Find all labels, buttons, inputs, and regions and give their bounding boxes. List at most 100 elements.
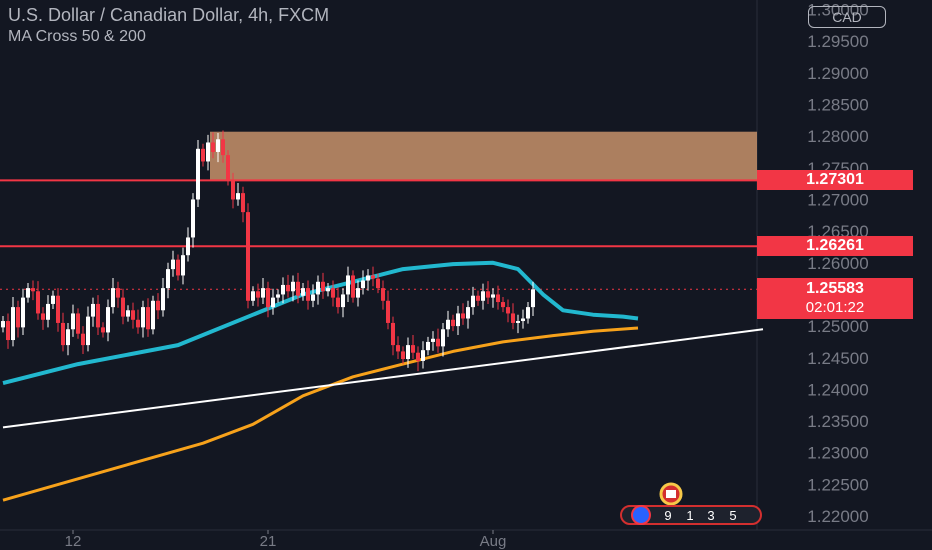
chart-background (0, 0, 932, 550)
candle-body (96, 303, 100, 328)
candle-body (441, 329, 445, 347)
price-tick-label: 1.29500 (807, 32, 868, 51)
candle-body (341, 294, 345, 308)
candle-body (351, 275, 355, 298)
candle-body (76, 313, 80, 334)
candle-body (371, 275, 375, 279)
candle-body (251, 291, 255, 301)
candle-body (461, 313, 465, 319)
candle-body (71, 313, 75, 330)
candle-body (426, 341, 430, 351)
candle-body (126, 310, 130, 317)
candle-body (311, 294, 315, 301)
candle-body (471, 295, 475, 308)
candle-body (196, 148, 200, 200)
candle-body (301, 288, 305, 296)
candle-body (206, 142, 210, 162)
candle-body (446, 319, 450, 330)
price-tick-label: 1.24500 (807, 349, 868, 368)
price-chart[interactable]: 1.22000 1.22500 1.23000 1.23500 1.24000 1.245… (0, 0, 932, 550)
level-tag-1-label: 1.27301 (806, 171, 864, 189)
event-badge-digit: 5 (729, 508, 736, 523)
candle-body (256, 291, 260, 298)
candle-body (151, 300, 155, 330)
candle-body (121, 297, 125, 317)
candle-body (376, 278, 380, 289)
candle-body (66, 329, 70, 346)
candle-body (51, 295, 55, 304)
level-tag-2: 1.26261 (757, 236, 913, 257)
maple-leaf-icon (666, 490, 676, 498)
candle-body (191, 199, 195, 238)
candle-body (281, 284, 285, 295)
candle-body (451, 319, 455, 327)
price-tick-label: 1.23500 (807, 412, 868, 431)
time-tick-label: Aug (480, 533, 507, 550)
candle-body (221, 139, 225, 156)
candle-body (61, 322, 65, 346)
price-tick-label: 1.24000 (807, 380, 868, 399)
countdown-label: 02:01:22 (805, 299, 865, 317)
price-tick-label: 1.28000 (807, 127, 868, 146)
candle-body (396, 345, 400, 352)
supply-zone (210, 131, 757, 181)
price-tick-label: 1.22500 (807, 475, 868, 494)
candle-body (111, 288, 115, 308)
price-tick-label: 1.27000 (807, 190, 868, 209)
candle-body (531, 289, 535, 308)
candle-body (496, 294, 500, 303)
candle-body (386, 300, 390, 323)
candle-body (401, 351, 405, 360)
candle-body (131, 310, 135, 320)
candle-body (211, 142, 215, 152)
candle-body (336, 297, 340, 308)
candle-body (1, 321, 5, 328)
event-badge-digit: 9 (664, 508, 671, 523)
candle-body (176, 259, 180, 276)
candle-body (476, 295, 480, 301)
candle-body (116, 288, 120, 298)
candle-body (106, 307, 110, 333)
candle-body (226, 155, 230, 181)
candle-body (491, 294, 495, 298)
candle-body (516, 321, 520, 323)
candle-body (526, 307, 530, 319)
candle-body (6, 321, 10, 341)
candle-body (141, 307, 145, 328)
candle-body (326, 288, 330, 292)
us-flag-icon (631, 505, 651, 525)
candle-body (506, 307, 510, 314)
candle-body (156, 300, 160, 311)
candle-body (411, 345, 415, 353)
candle-body (306, 288, 310, 301)
indicator-label: MA Cross 50 & 200 (8, 28, 146, 45)
candle-body (81, 333, 85, 346)
candle-body (146, 307, 150, 330)
price-tick-label: 1.26000 (807, 254, 868, 273)
candle-body (391, 322, 395, 346)
candle-body (16, 307, 20, 328)
candle-body (201, 148, 205, 162)
candle-body (436, 338, 440, 347)
currency-button[interactable]: CAD (808, 6, 886, 28)
candle-body (56, 295, 60, 323)
candle-body (416, 352, 420, 361)
symbol-title: U.S. Dollar / Canadian Dollar, 4h, FXCM (8, 5, 330, 25)
event-badge-digit: 1 (686, 508, 693, 523)
candle-body (266, 288, 270, 308)
candle-body (356, 288, 360, 298)
candle-body (136, 319, 140, 328)
price-tick-label: 1.29000 (807, 64, 868, 83)
chart-root: 1.22000 1.22500 1.23000 1.23500 1.24000 1.245… (0, 0, 932, 550)
current-price-tag: 1.25583 02:01:22 (757, 278, 913, 320)
candle-body (316, 281, 320, 295)
candle-body (521, 318, 525, 322)
candle-body (31, 288, 35, 292)
candle-body (271, 297, 275, 308)
price-tick-label: 1.22000 (807, 507, 868, 526)
candle-body (276, 294, 280, 298)
candle-body (186, 237, 190, 256)
candle-body (431, 338, 435, 342)
time-tick-label: 21 (260, 533, 277, 550)
candle-body (456, 313, 460, 327)
